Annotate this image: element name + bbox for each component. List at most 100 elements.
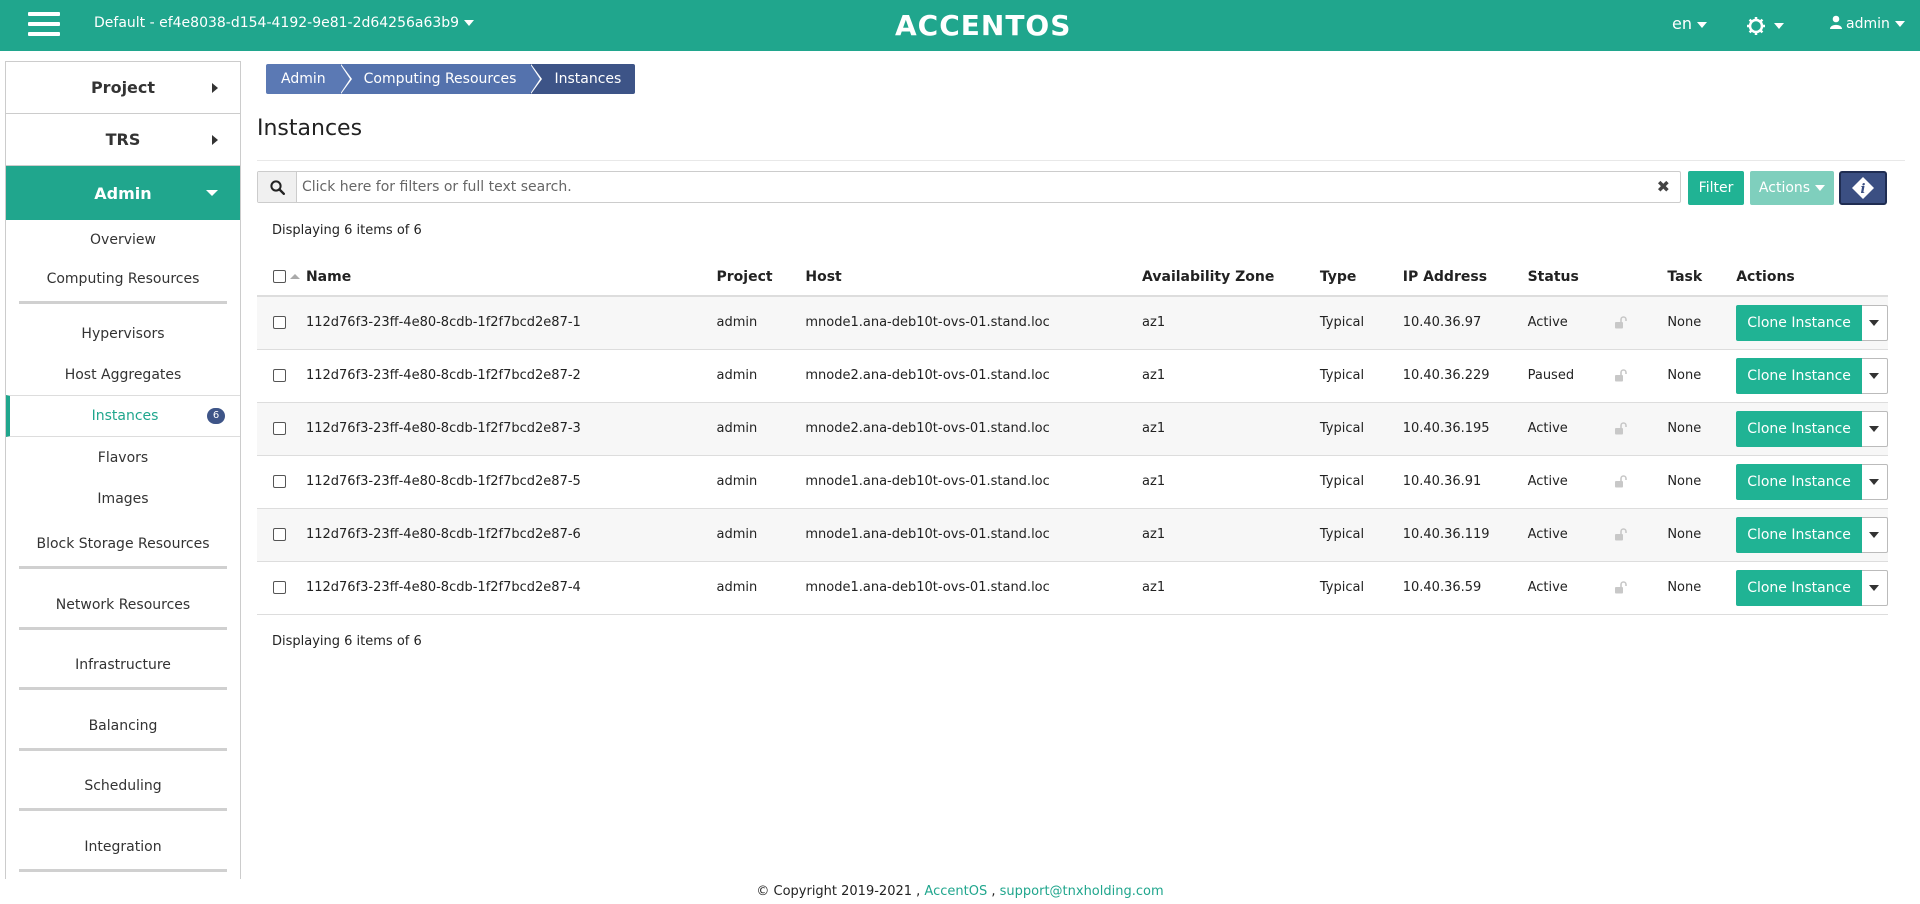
col-type-header[interactable]: Type [1319,258,1403,297]
sidebar-group-scheduling[interactable]: Scheduling [6,751,240,811]
status-cell: Active [1527,455,1615,509]
host-link[interactable]: mnode2.ana-deb10t-ovs-01.stand.loc [805,349,1143,403]
row-checkbox[interactable] [273,369,286,382]
host-link[interactable]: mnode1.ana-deb10t-ovs-01.stand.loc [805,296,1143,350]
support-email-link[interactable]: support@tnxholding.com [1000,884,1164,899]
row-actions-dropdown-toggle[interactable] [1861,304,1888,341]
col-zone-header[interactable]: Availability Zone [1142,258,1320,297]
sidebar-item-images[interactable]: Images [6,478,240,519]
info-button[interactable]: i [1839,171,1887,205]
instance-name-link[interactable]: 112d76f3-23ff-4e80-8cdb-1f2f7bcd2e87-2 [305,349,717,403]
settings-menu[interactable] [1746,12,1784,36]
sidebar-group-computing-resources[interactable]: Computing Resources [6,260,240,304]
unlock-icon [1615,315,1628,329]
project-link[interactable]: admin [716,455,806,509]
display-count-bottom: Displaying 6 items of 6 [272,634,422,649]
row-actions-group: Clone Instance [1736,569,1888,606]
row-actions-dropdown-toggle[interactable] [1861,463,1888,500]
type-cell: Typical [1319,296,1403,350]
instance-name-link[interactable]: 112d76f3-23ff-4e80-8cdb-1f2f7bcd2e87-1 [305,296,717,350]
sidebar-item-admin[interactable]: Admin [6,166,240,220]
select-all-checkbox[interactable] [273,270,286,283]
host-link[interactable]: mnode1.ana-deb10t-ovs-01.stand.loc [805,508,1143,562]
sidebar-item-flavors[interactable]: Flavors [6,437,240,478]
row-actions-dropdown-toggle[interactable] [1861,357,1888,394]
row-actions-dropdown-toggle[interactable] [1861,516,1888,553]
sidebar-item-hypervisors[interactable]: Hypervisors [6,314,240,354]
user-icon [1830,15,1842,29]
sort-asc-icon[interactable] [290,273,300,281]
sidebar-item-label: Infrastructure [75,657,171,673]
col-name-header[interactable]: Name [305,258,717,297]
project-link[interactable]: admin [716,561,806,615]
chevron-down-icon [1869,425,1880,432]
sidebar-group-balancing[interactable]: Balancing [6,690,240,751]
sidebar-item-project[interactable]: Project [6,62,240,114]
breadcrumb-computing-resources[interactable]: Computing Resources [339,64,543,94]
row-checkbox[interactable] [273,316,286,330]
instance-name-link[interactable]: 112d76f3-23ff-4e80-8cdb-1f2f7bcd2e87-4 [305,561,717,615]
zone-cell: az1 [1142,402,1320,456]
sidebar-item-overview[interactable]: Overview [6,220,240,260]
project-selector[interactable]: Default - ef4e8038-d154-4192-9e81-2d6425… [94,15,475,31]
project-link[interactable]: admin [716,402,806,456]
unlock-icon [1615,474,1628,487]
accentos-link[interactable]: AccentOS [924,884,987,899]
col-task-header[interactable]: Task [1667,258,1737,297]
row-checkbox[interactable] [273,581,286,594]
row-checkbox[interactable] [273,475,286,488]
filter-button[interactable]: Filter [1688,171,1744,205]
row-checkbox[interactable] [273,422,286,435]
sidebar-group-infrastructure[interactable]: Infrastructure [6,630,240,690]
row-actions-cell: Clone Instance [1736,508,1888,562]
actions-dropdown-button[interactable]: Actions [1750,171,1834,205]
chevron-down-icon [1869,319,1880,326]
col-project-header[interactable]: Project [716,258,806,297]
lock-cell [1614,561,1668,615]
sidebar-item-label: Integration [84,839,162,855]
status-cell: Active [1527,508,1615,562]
project-link[interactable]: admin [716,349,806,403]
clone-instance-button[interactable]: Clone Instance [1736,569,1862,606]
host-link[interactable]: mnode2.ana-deb10t-ovs-01.stand.loc [805,402,1143,456]
clone-instance-button[interactable]: Clone Instance [1736,410,1862,447]
sidebar-item-trs[interactable]: TRS [6,114,240,166]
sidebar-group-integration[interactable]: Integration [6,811,240,872]
sidebar-item-instances[interactable]: Instances 6 [6,395,240,437]
row-actions-dropdown-toggle[interactable] [1861,410,1888,447]
row-actions-dropdown-toggle[interactable] [1861,569,1888,606]
sidebar-item-label: TRS [105,130,141,149]
breadcrumb-admin[interactable]: Admin [266,64,352,94]
clear-search-icon[interactable]: ✖ [1657,177,1670,196]
breadcrumb: Admin Computing Resources Instances [266,64,636,94]
clone-instance-button[interactable]: Clone Instance [1736,516,1862,553]
gear-icon [1747,16,1765,35]
menu-toggle-icon[interactable] [28,12,60,40]
search-input[interactable] [302,176,1622,198]
instance-name-link[interactable]: 112d76f3-23ff-4e80-8cdb-1f2f7bcd2e87-6 [305,508,717,562]
status-cell: Active [1527,402,1615,456]
breadcrumb-label: Admin [281,71,326,87]
sidebar-item-host-aggregates[interactable]: Host Aggregates [6,354,240,395]
chevron-right-icon [212,83,218,93]
search-icon [269,179,285,195]
col-status-header[interactable]: Status [1527,258,1615,297]
host-link[interactable]: mnode1.ana-deb10t-ovs-01.stand.loc [805,455,1143,509]
host-link[interactable]: mnode1.ana-deb10t-ovs-01.stand.loc [805,561,1143,615]
zone-cell: az1 [1142,349,1320,403]
instance-name-link[interactable]: 112d76f3-23ff-4e80-8cdb-1f2f7bcd2e87-5 [305,455,717,509]
col-host-header[interactable]: Host [805,258,1143,297]
sidebar-group-block-storage[interactable]: Block Storage Resources [6,519,240,569]
project-link[interactable]: admin [716,296,806,350]
project-link[interactable]: admin [716,508,806,562]
clone-instance-button[interactable]: Clone Instance [1736,463,1862,500]
language-selector[interactable]: en [1672,14,1707,33]
user-menu[interactable]: admin [1830,15,1905,32]
sidebar-group-network-resources[interactable]: Network Resources [6,569,240,630]
col-ip-header[interactable]: IP Address [1402,258,1528,297]
clone-instance-button[interactable]: Clone Instance [1736,304,1862,341]
instance-name-link[interactable]: 112d76f3-23ff-4e80-8cdb-1f2f7bcd2e87-3 [305,402,717,456]
row-actions-group: Clone Instance [1736,410,1888,447]
row-checkbox[interactable] [273,528,286,541]
clone-instance-button[interactable]: Clone Instance [1736,357,1862,394]
